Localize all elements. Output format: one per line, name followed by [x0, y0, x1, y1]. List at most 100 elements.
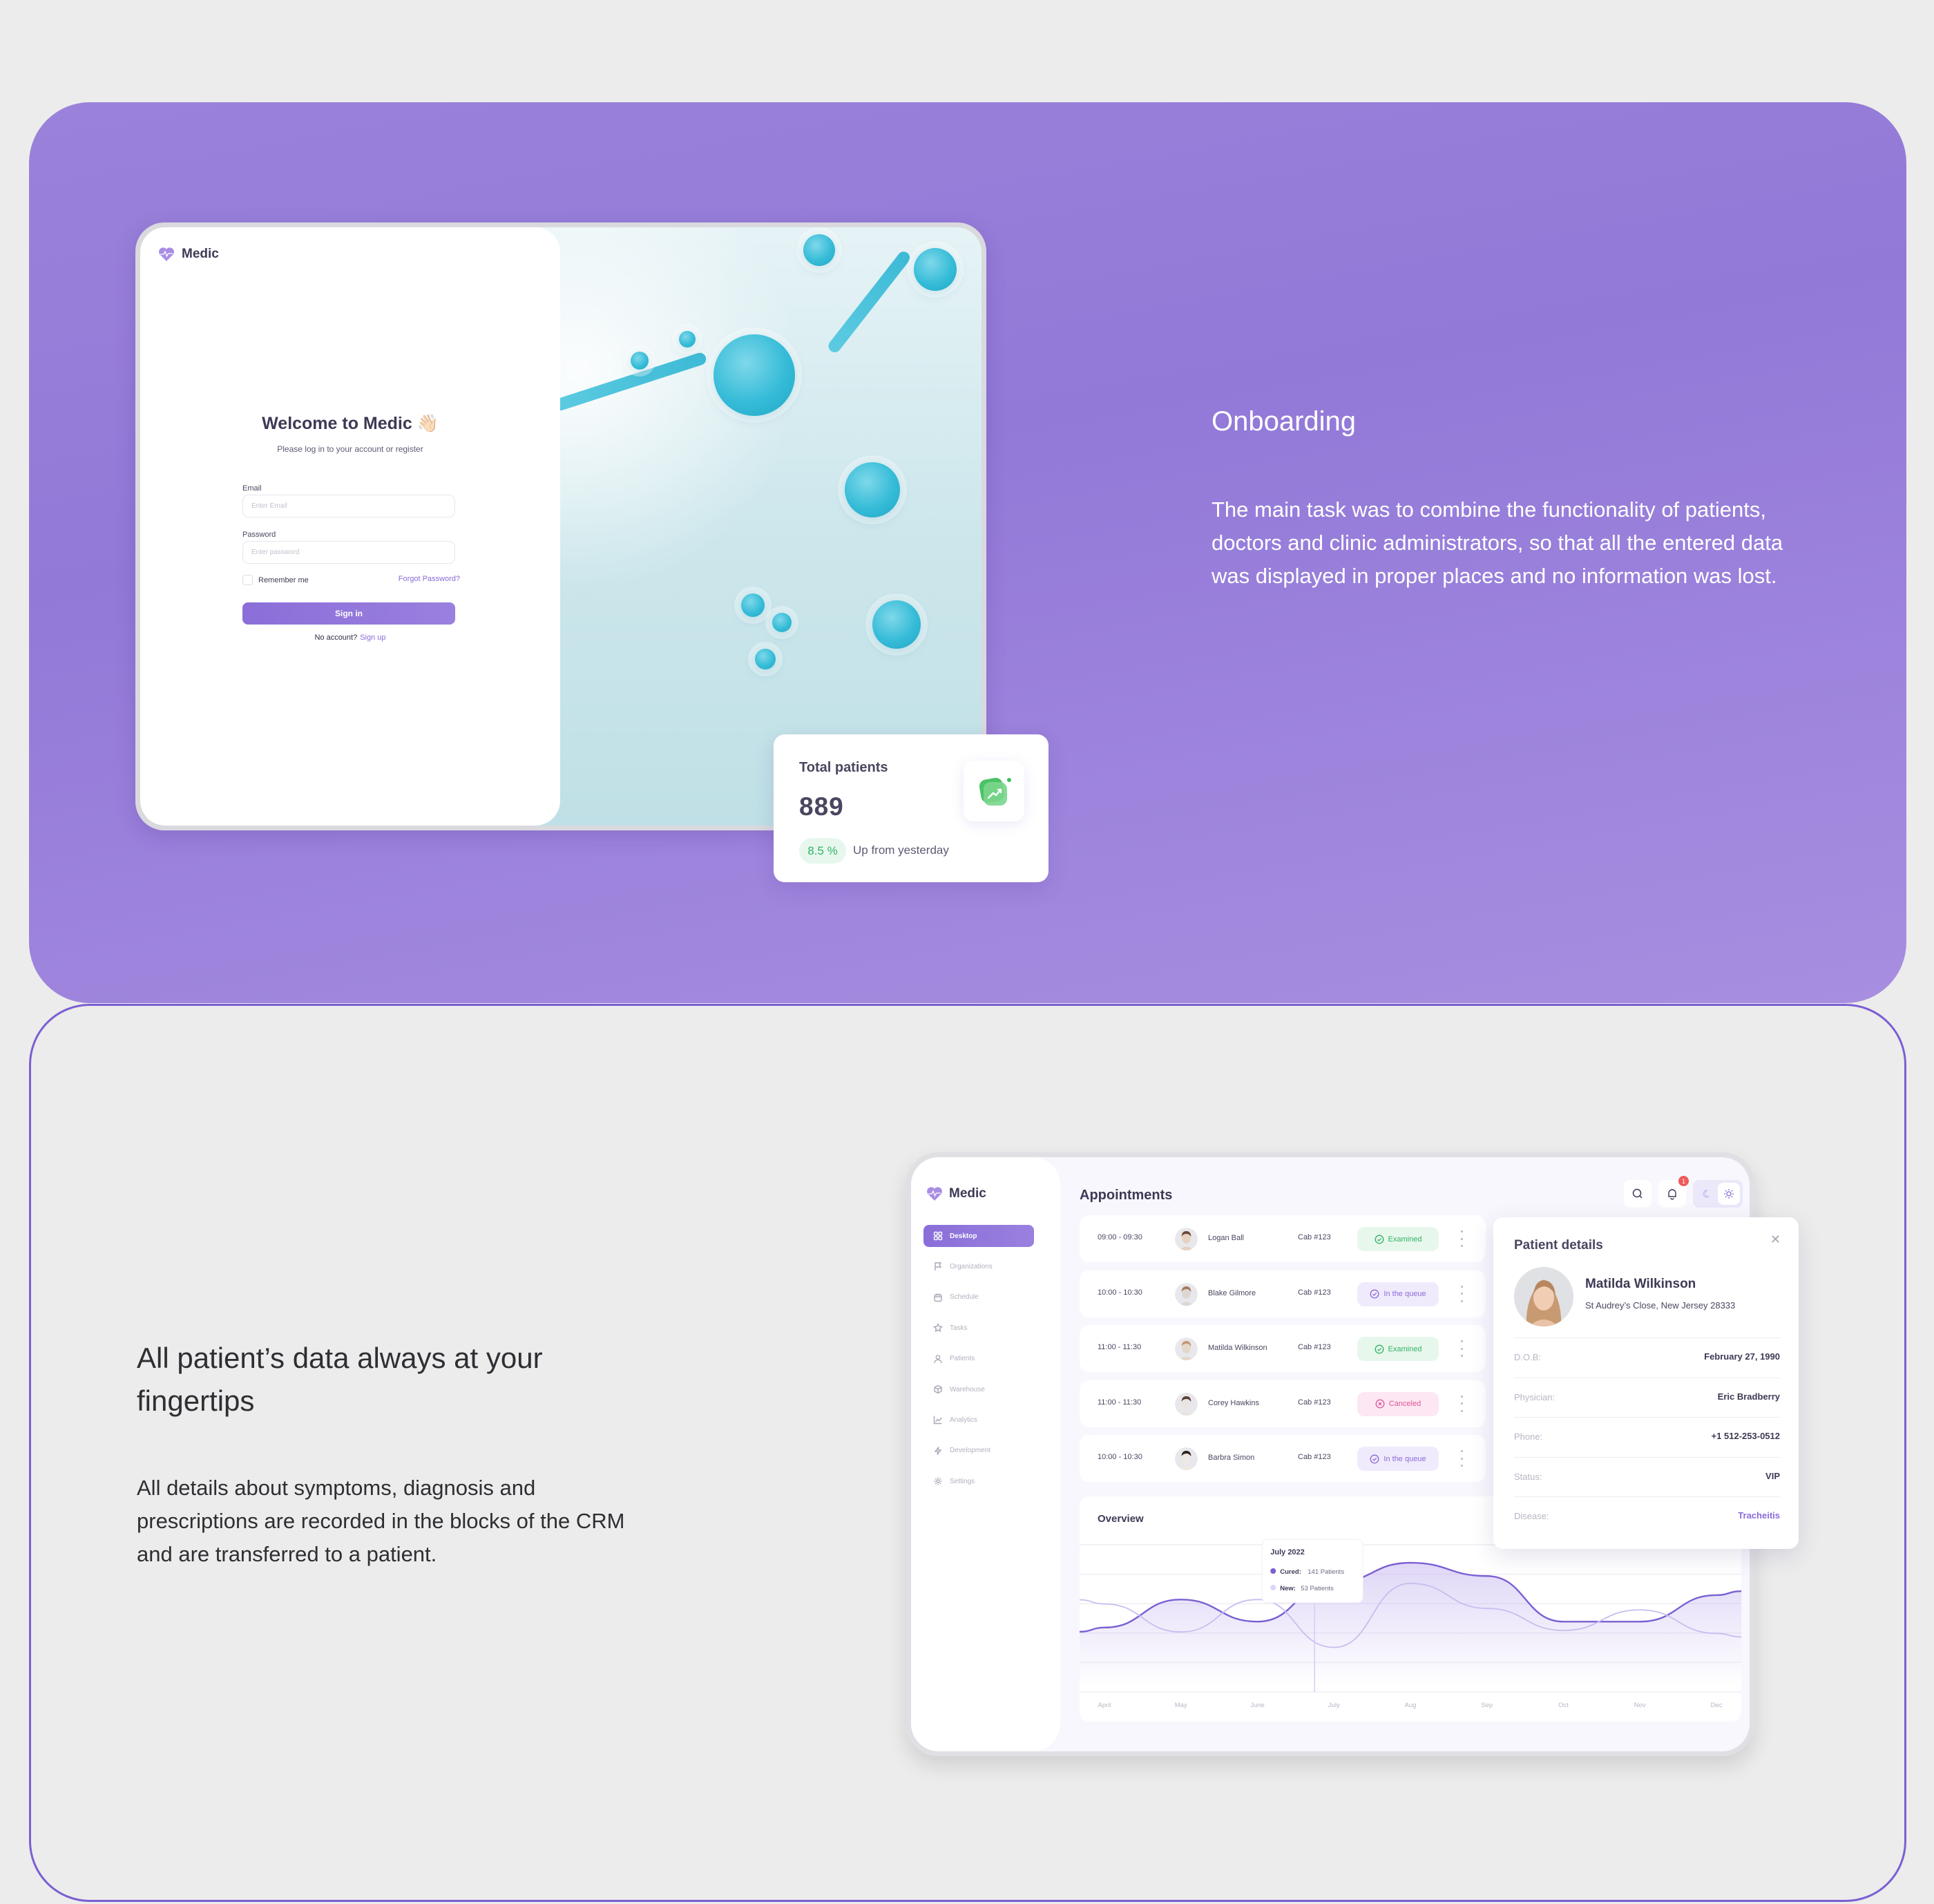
- x-tick-label: July: [1328, 1702, 1340, 1709]
- status-label: In the queue: [1384, 1290, 1426, 1298]
- change-label: Up from yesterday: [853, 844, 949, 857]
- appointments-title: Appointments: [1080, 1188, 1173, 1203]
- check-circle-icon: [1375, 1344, 1384, 1353]
- password-label: Password: [242, 531, 276, 539]
- status-badge: In the queue: [1357, 1447, 1439, 1471]
- sidebar: Medic Desktop Organizations Schedule Tasks P…: [911, 1157, 1060, 1751]
- x-tick-label: Nov: [1634, 1702, 1646, 1709]
- close-icon[interactable]: ✕: [1770, 1232, 1781, 1247]
- patient-name: Barbra Simon: [1208, 1454, 1255, 1462]
- detail-value: Eric Bradberry: [1717, 1391, 1780, 1402]
- appointment-row[interactable]: 11:00 - 11:30 Corey Hawkins Cab #123 Can…: [1080, 1380, 1486, 1427]
- notification-badge: 1: [1678, 1176, 1689, 1186]
- sidebar-item-label: Organizations: [950, 1262, 993, 1270]
- status-badge: Examined: [1357, 1337, 1439, 1361]
- gear-icon: [934, 1477, 942, 1485]
- sidebar-item-patients[interactable]: Patients: [923, 1348, 1034, 1370]
- sidebar-item-analytics[interactable]: Analytics: [923, 1409, 1034, 1431]
- change-badge: 8.5 %: [799, 838, 846, 864]
- appointment-time: 11:00 - 11:30: [1098, 1398, 1142, 1407]
- moon-icon: [1703, 1190, 1710, 1198]
- patient-name: Corey Hawkins: [1208, 1398, 1259, 1407]
- patient-name: Matilda Wilkinson: [1208, 1344, 1267, 1352]
- theme-toggle[interactable]: [1693, 1180, 1743, 1208]
- remember-me-label: Remember me: [258, 575, 309, 584]
- x-tick-label: April: [1098, 1702, 1111, 1709]
- email-input[interactable]: [242, 495, 455, 517]
- tooltip-new-value: 53 Patients: [1301, 1585, 1334, 1592]
- x-tick-label: Oct: [1558, 1702, 1569, 1709]
- sidebar-item-development[interactable]: Development: [923, 1440, 1034, 1462]
- patient-name: Matilda Wilkinson: [1585, 1277, 1696, 1291]
- search-icon: [1632, 1188, 1643, 1199]
- detail-row-physician: Physician: Eric Bradberry: [1514, 1377, 1780, 1417]
- more-options-icon[interactable]: [1458, 1230, 1465, 1247]
- sidebar-item-settings[interactable]: Settings: [923, 1470, 1034, 1492]
- remember-me-checkbox[interactable]: Remember me: [242, 575, 309, 585]
- patient-avatar: [1514, 1267, 1573, 1326]
- sidebar-item-label: Settings: [950, 1477, 975, 1485]
- brand-name: Medic: [949, 1186, 986, 1201]
- x-tick-label: Dec: [1711, 1702, 1723, 1709]
- welcome-subtitle: Please log in to your account or registe…: [277, 444, 423, 454]
- dark-mode-button[interactable]: [1696, 1183, 1718, 1205]
- total-patients-value: 889: [799, 792, 844, 821]
- sidebar-item-label: Development: [950, 1447, 990, 1455]
- x-circle-icon: [1375, 1399, 1385, 1409]
- checkbox-box[interactable]: [242, 575, 253, 585]
- sidebar-item-tasks[interactable]: Tasks: [923, 1317, 1034, 1339]
- detail-label: Phone:: [1514, 1431, 1543, 1442]
- more-options-icon[interactable]: [1458, 1450, 1465, 1467]
- x-tick-label: May: [1175, 1702, 1187, 1709]
- appointment-time: 09:00 - 09:30: [1098, 1233, 1142, 1241]
- sidebar-item-label: Analytics: [950, 1416, 978, 1424]
- grid-icon: [933, 1231, 943, 1241]
- sidebar-item-label: Patients: [950, 1355, 975, 1363]
- search-button[interactable]: [1624, 1180, 1651, 1208]
- detail-row-phone: Phone: +1 512-253-0512: [1514, 1417, 1780, 1456]
- appointment-row[interactable]: 10:00 - 10:30 Blake Gilmore Cab #123 In …: [1080, 1270, 1486, 1317]
- appointment-row[interactable]: 11:00 - 11:30 Matilda Wilkinson Cab #123…: [1080, 1325, 1486, 1372]
- more-options-icon[interactable]: [1458, 1285, 1465, 1302]
- login-panel: Medic Welcome to Medic 👋🏻 Please log in …: [140, 227, 560, 826]
- trend-up-icon: [964, 761, 1024, 821]
- sidebar-item-label: Tasks: [950, 1324, 968, 1332]
- patient-name: Blake Gilmore: [1208, 1288, 1256, 1297]
- status-badge: Canceled: [1357, 1391, 1439, 1416]
- status-label: Examined: [1388, 1344, 1422, 1353]
- sidebar-item-schedule[interactable]: Schedule: [923, 1286, 1034, 1308]
- sidebar-item-organizations[interactable]: Organizations: [923, 1255, 1034, 1277]
- avatar: [1175, 1392, 1198, 1416]
- sign-up-link[interactable]: Sign up: [360, 634, 385, 642]
- sidebar-item-warehouse[interactable]: Warehouse: [923, 1378, 1034, 1400]
- appointment-row[interactable]: 09:00 - 09:30 Logan Ball Cab #123 Examin…: [1080, 1215, 1486, 1262]
- onboarding-title: Onboarding: [1212, 406, 1357, 437]
- status-badge: In the queue: [1357, 1282, 1439, 1306]
- welcome-heading: Welcome to Medic 👋🏻: [262, 414, 439, 433]
- sidebar-item-desktop[interactable]: Desktop: [923, 1225, 1034, 1247]
- detail-value: VIP: [1765, 1470, 1780, 1481]
- check-circle-icon: [1375, 1235, 1384, 1244]
- sun-icon: [1724, 1189, 1734, 1199]
- light-mode-button[interactable]: [1718, 1183, 1740, 1205]
- tooltip-cured-value: 141 Patients: [1308, 1568, 1344, 1576]
- detail-row-disease: Disease: Tracheitis: [1514, 1496, 1780, 1536]
- no-account-text: No account?: [314, 634, 358, 642]
- total-patients-title: Total patients: [799, 760, 888, 775]
- notifications-button[interactable]: 1: [1658, 1176, 1689, 1208]
- heart-logo-icon: [927, 1187, 942, 1201]
- brand-logo: Medic: [926, 1186, 986, 1201]
- appointment-row[interactable]: 10:00 - 10:30 Barbra Simon Cab #123 In t…: [1080, 1435, 1486, 1482]
- sign-in-button[interactable]: Sign in: [242, 602, 455, 625]
- more-options-icon[interactable]: [1458, 1340, 1465, 1357]
- bell-icon: [1668, 1189, 1676, 1200]
- tooltip-title: July 2022: [1270, 1548, 1305, 1556]
- detail-value[interactable]: Tracheitis: [1738, 1510, 1780, 1521]
- password-input[interactable]: [242, 541, 455, 564]
- bolt-icon: [934, 1446, 942, 1455]
- forgot-password-link[interactable]: Forgot Password?: [399, 575, 460, 583]
- signup-prompt: No account? Sign up: [140, 634, 560, 642]
- cabinet-number: Cab #123: [1298, 1233, 1331, 1241]
- legend-dot-new: [1270, 1585, 1276, 1590]
- more-options-icon[interactable]: [1458, 1395, 1465, 1412]
